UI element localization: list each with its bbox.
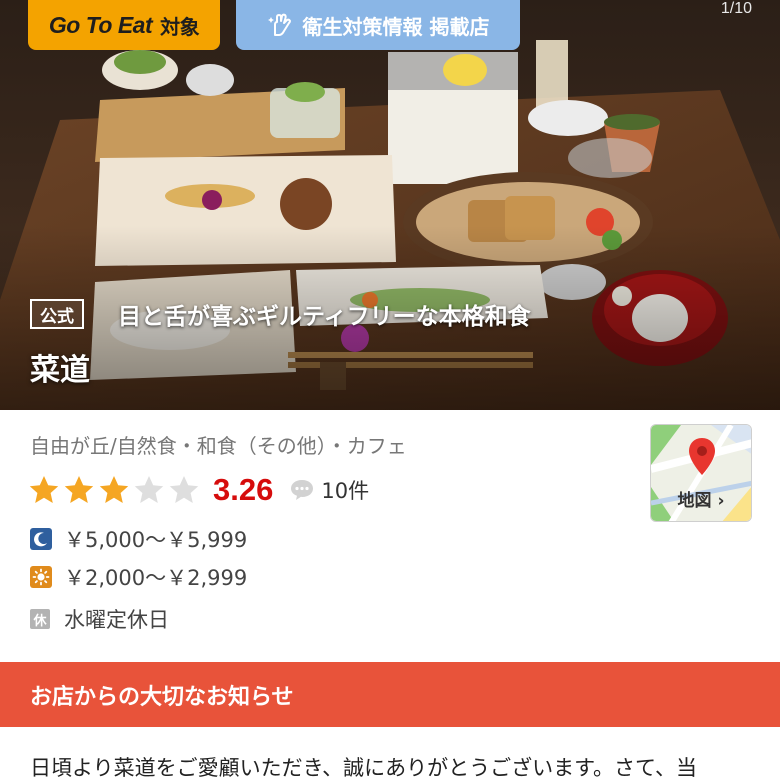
hero-photo[interactable]: Go To Eat 対象 衛生対策情報 掲載店 1/10 公式 目と舌が喜ぶギル… [0,0,780,410]
map-pin-icon [689,438,715,475]
area-genre[interactable]: 自由が丘/自然食・和食（その他）・カフェ [30,430,407,459]
map-label: 地図 › [677,491,725,511]
star-filled-icon [29,476,59,503]
gotoeat-badge-label: Go To Eat [48,11,153,38]
hand-sparkle-icon [267,13,291,36]
closed-day-row: 休 水曜定休日 [30,604,169,634]
hero-shade-overlay [0,0,780,410]
gotoeat-badge: Go To Eat 対象 [28,0,220,50]
sun-icon [30,566,52,588]
notice-header: お店からの大切なお知らせ [0,662,780,727]
speech-bubble-icon [291,480,314,500]
star-empty-icon [134,476,164,503]
rating-row: 3.26 10件 [28,470,369,510]
review-count[interactable]: 10件 [321,475,369,505]
star-empty-icon [169,476,199,503]
rating-score: 3.26 [213,472,274,507]
notice-body: 日頃より菜道をご愛顧いただき、誠にありがとうございます。さて、当 [30,756,697,780]
dinner-price: ￥5,000～￥5,999 [64,528,248,552]
photo-counter: 1/10 [720,0,752,17]
hygiene-info-badge[interactable]: 衛生対策情報 掲載店 [236,0,520,50]
closed-day-icon: 休 [30,609,50,629]
map-button[interactable]: 地図 › [650,424,752,522]
gotoeat-badge-suffix: 対象 [160,16,200,39]
star-filled-icon [64,476,94,503]
hygiene-badge-label: 衛生対策情報 掲載店 [302,14,490,39]
lunch-price-row: ￥2,000～￥2,999 [30,562,247,592]
store-name: 菜道 [30,353,90,388]
store-catchphrase: 目と舌が喜ぶギルティフリーな本格和食 [118,304,531,330]
official-tag: 公式 [30,299,84,329]
closed-day: 水曜定休日 [64,608,169,632]
dinner-price-row: ￥5,000～￥5,999 [30,524,247,554]
lunch-price: ￥2,000～￥2,999 [64,566,248,590]
moon-icon [30,528,52,550]
star-filled-icon [99,476,129,503]
rating-stars [28,474,203,506]
